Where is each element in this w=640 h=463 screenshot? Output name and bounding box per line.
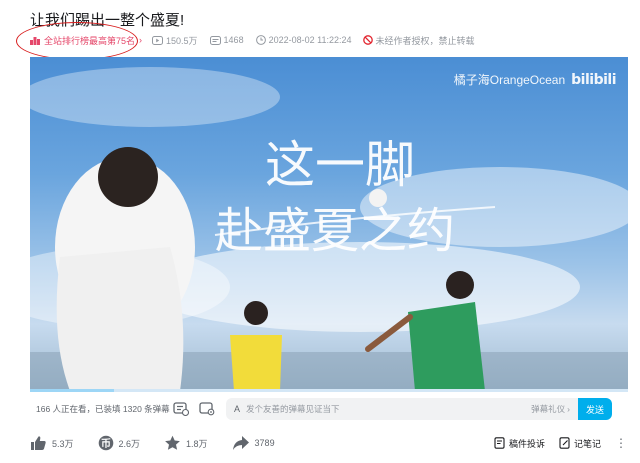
- etiquette-label: 弹幕礼仪: [531, 404, 566, 414]
- danmaku-toggle-icon: [173, 402, 189, 416]
- font-style-icon[interactable]: A: [234, 404, 240, 414]
- more-dots-icon: ⋮: [615, 436, 628, 450]
- notes-label: 记笔记: [573, 438, 601, 449]
- svg-text:币: 币: [101, 438, 111, 450]
- clock-icon: [255, 35, 266, 45]
- viewers-text: 166 人正在看，已装填 1320 条弹幕: [36, 404, 170, 414]
- danmaku-input[interactable]: A 发个友善的弹幕见证当下 弹幕礼仪 ›: [226, 398, 578, 420]
- danmaku-settings-button[interactable]: [194, 402, 220, 416]
- report-label: 稿件投诉: [508, 438, 545, 449]
- bilibili-logo: bilibili: [571, 71, 616, 88]
- notes-button[interactable]: 记笔记: [559, 437, 601, 450]
- video-meta-row: 全站排行榜最高第75名 › 150.5万 1468 2022-08-02 11:…: [16, 21, 475, 60]
- coin-icon: 币: [98, 435, 113, 451]
- views-stat: 150.5万: [152, 34, 198, 47]
- notes-icon: [559, 437, 570, 449]
- forbidden-icon: [363, 35, 374, 45]
- danmaku-stat: 1468: [209, 35, 244, 45]
- calligraphy-line-1: 这一脚: [265, 136, 415, 194]
- watermark-name: 橘子海OrangeOcean: [453, 73, 566, 87]
- share-button[interactable]: 3789: [232, 435, 275, 451]
- views-count: 150.5万: [166, 35, 198, 46]
- thumbs-up-icon: [31, 436, 46, 450]
- danmaku-settings-icon: [199, 402, 215, 416]
- report-icon: [494, 437, 505, 449]
- like-count: 5.3万: [52, 438, 74, 449]
- star-icon: [165, 435, 180, 450]
- like-button[interactable]: 5.3万: [30, 435, 74, 451]
- action-toolbar: 5.3万 币 2.6万 1.8万 3789 稿件投诉 记笔记 ⋮: [30, 430, 628, 456]
- more-button[interactable]: ⋮: [615, 436, 628, 450]
- danmaku-toggle-button[interactable]: [168, 402, 194, 416]
- send-button[interactable]: 发送: [578, 398, 612, 420]
- video-player[interactable]: 这一脚 赴盛夏之约 橘子海OrangeOcean bilibili: [30, 57, 628, 391]
- etiquette-link[interactable]: 弹幕礼仪 ›: [531, 403, 570, 415]
- calligraphy-overlay: 这一脚 赴盛夏之约: [214, 136, 496, 259]
- progress-bar[interactable]: [30, 389, 628, 392]
- share-count: 3789: [254, 438, 275, 448]
- danmaku-bar: 166 人正在看，已装填 1320 条弹幕 A 发个友善的弹幕见证当下 弹幕礼仪…: [30, 397, 628, 421]
- danmaku-count: 1468: [223, 35, 244, 45]
- favorite-count: 1.8万: [186, 438, 208, 449]
- report-button[interactable]: 稿件投诉: [494, 437, 545, 450]
- favorite-button[interactable]: 1.8万: [164, 435, 208, 451]
- coin-button[interactable]: 币 2.6万: [98, 435, 141, 451]
- coin-count: 2.6万: [118, 438, 141, 449]
- publish-time-text: 2022-08-02 11:22:24: [268, 35, 352, 45]
- copyright-notice: 未经作者授权，禁止转载: [363, 34, 475, 47]
- copyright-text: 未经作者授权，禁止转载: [375, 35, 475, 46]
- danmaku-placeholder: 发个友善的弹幕见证当下: [246, 404, 340, 414]
- channel-watermark: 橘子海OrangeOcean bilibili: [453, 71, 617, 88]
- chevron-right-icon: ›: [567, 404, 570, 414]
- publish-time: 2022-08-02 11:22:24: [255, 35, 352, 45]
- danmaku-icon: [209, 35, 221, 45]
- rank-badge[interactable]: 全站排行榜最高第75名 ›: [16, 21, 143, 60]
- chevron-right-icon: ›: [139, 35, 143, 45]
- share-arrow-icon: [232, 436, 249, 450]
- play-count-icon: [152, 35, 164, 45]
- annotation-circle: [16, 21, 138, 60]
- progress-fill: [30, 389, 114, 392]
